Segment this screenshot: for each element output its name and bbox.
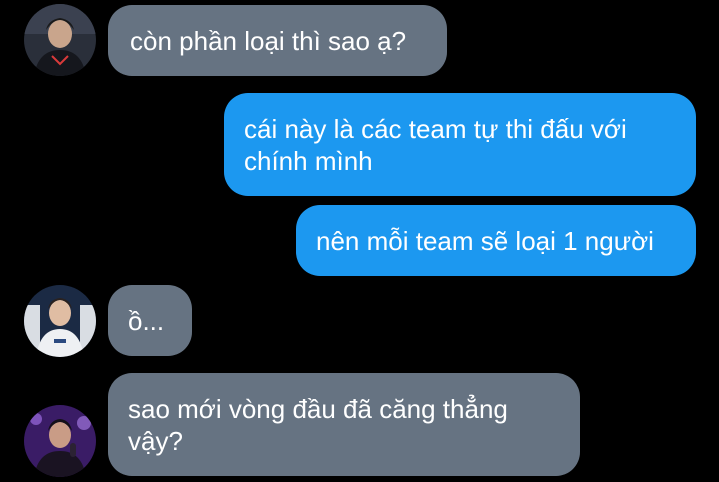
message-bubble-outgoing[interactable]: nên mỗi team sẽ loại 1 người xyxy=(296,205,696,276)
message-bubble-incoming[interactable]: còn phần loại thì sao ạ? xyxy=(108,5,447,76)
message-bubble-incoming[interactable]: sao mới vòng đầu đã căng thẳng vậy? xyxy=(108,373,580,476)
avatar-image xyxy=(24,405,96,477)
avatar-image xyxy=(24,285,96,357)
avatar-image xyxy=(24,4,96,76)
message-bubble-incoming[interactable]: ồ... xyxy=(108,285,192,356)
avatar-player-purple-stage[interactable] xyxy=(24,405,96,477)
avatar-player-dark-jersey[interactable] xyxy=(24,4,96,76)
message-text: sao mới vòng đầu đã căng thẳng vậy? xyxy=(128,394,508,456)
message-text: nên mỗi team sẽ loại 1 người xyxy=(316,226,654,256)
message-bubble-outgoing[interactable]: cái này là các team tự thi đấu với chính… xyxy=(224,93,696,196)
message-text: cái này là các team tự thi đấu với chính… xyxy=(244,114,627,176)
message-text: còn phần loại thì sao ạ? xyxy=(130,26,407,56)
chat-thread: còn phần loại thì sao ạ? cái này là các … xyxy=(0,0,719,482)
message-text: ồ... xyxy=(128,306,165,336)
avatar-player-white-jersey[interactable] xyxy=(24,285,96,357)
